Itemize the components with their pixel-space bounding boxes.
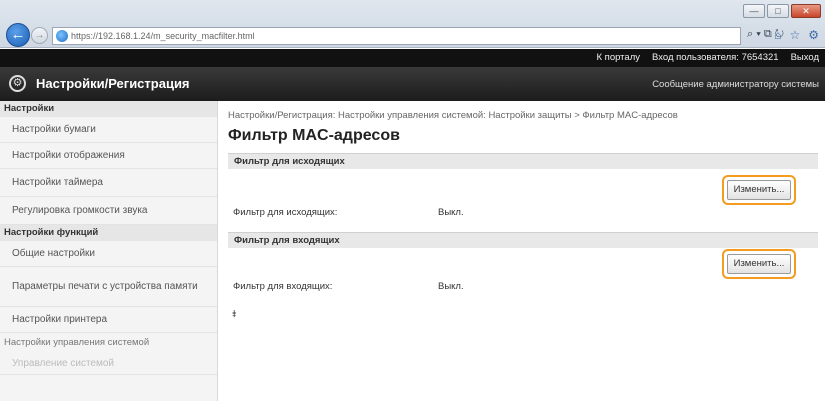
title-bar: ⚙ Настройки/Регистрация Сообщение админи… — [0, 67, 825, 101]
sidebar-item-display[interactable]: Настройки отображения — [0, 143, 217, 169]
gear-icon[interactable]: ⚙ — [808, 28, 819, 42]
back-arrow-icon[interactable]: ← — [6, 23, 30, 47]
outgoing-change-button[interactable]: Изменить... — [727, 180, 791, 200]
sidebar-item-printer[interactable]: Настройки принтера — [0, 307, 217, 333]
login-label: Вход пользователя: — [652, 52, 739, 63]
window-controls: — □ ✕ — [743, 4, 821, 18]
sidebar-item-common[interactable]: Общие настройки — [0, 241, 217, 267]
address-bar[interactable]: https://192.168.1.24/m_security_macfilte… — [52, 27, 741, 45]
message-admin-link[interactable]: Сообщение администратору системы — [652, 79, 819, 90]
close-button[interactable]: ✕ — [791, 4, 821, 18]
incoming-filter-value: Выкл. — [438, 281, 464, 292]
section-incoming: Фильтр для входящих — [228, 232, 818, 248]
settings-gear-icon: ⚙ — [9, 75, 26, 92]
page-title: Фильтр MAC-адресов — [228, 127, 400, 144]
portal-link[interactable]: К порталу — [597, 49, 641, 67]
ie-icon — [56, 30, 68, 42]
home-icon[interactable]: ⌂ — [774, 28, 781, 42]
login-value: 7654321 — [741, 52, 779, 63]
breadcrumb: Настройки/Регистрация: Настройки управле… — [228, 110, 678, 121]
sidebar-item-memory-print[interactable]: Параметры печати с устройства памяти — [0, 267, 217, 307]
back-to-top-icon[interactable]: ⯒ — [232, 307, 236, 324]
url-text: https://192.168.1.24/m_security_macfilte… — [71, 31, 255, 41]
sidebar-item-volume[interactable]: Регулировка громкости звука — [0, 197, 217, 225]
minimize-button[interactable]: — — [743, 4, 765, 18]
browser-chrome: — □ ✕ ← → https://192.168.1.24/m_securit… — [0, 0, 825, 48]
app-title: Настройки/Регистрация — [36, 76, 190, 91]
main-content: Настройки/Регистрация: Настройки управле… — [228, 101, 818, 401]
login-user: Вход пользователя: 7654321 — [652, 49, 779, 67]
sidebar-item-paper[interactable]: Настройки бумаги — [0, 117, 217, 143]
maximize-button[interactable]: □ — [767, 4, 789, 18]
incoming-change-button[interactable]: Изменить... — [727, 254, 791, 274]
outgoing-change-highlight: Изменить... — [722, 175, 796, 205]
favorites-star-icon[interactable]: ☆ — [789, 28, 800, 42]
incoming-change-highlight: Изменить... — [722, 249, 796, 279]
outgoing-filter-value: Выкл. — [438, 207, 464, 218]
nav-icons: ⌂ ☆ ⚙ — [774, 28, 819, 42]
forward-arrow-icon[interactable]: → — [31, 27, 48, 44]
sidebar-item-timer[interactable]: Настройки таймера — [0, 169, 217, 197]
sidebar-section-settings: Настройки — [0, 101, 217, 117]
logout-link[interactable]: Выход — [791, 49, 819, 67]
sidebar-section-functions: Настройки функций — [0, 225, 217, 241]
sidebar: Настройки Настройки бумаги Настройки ото… — [0, 101, 218, 401]
incoming-filter-label: Фильтр для входящих: — [233, 281, 333, 292]
sidebar-item-system-management[interactable]: Управление системой — [0, 353, 217, 375]
section-outgoing: Фильтр для исходящих — [228, 153, 818, 169]
outgoing-filter-label: Фильтр для исходящих: — [233, 207, 338, 218]
sidebar-section-system[interactable]: Настройки управления системой — [0, 333, 217, 353]
top-bar: К порталу Вход пользователя: 7654321 Вых… — [0, 49, 825, 67]
